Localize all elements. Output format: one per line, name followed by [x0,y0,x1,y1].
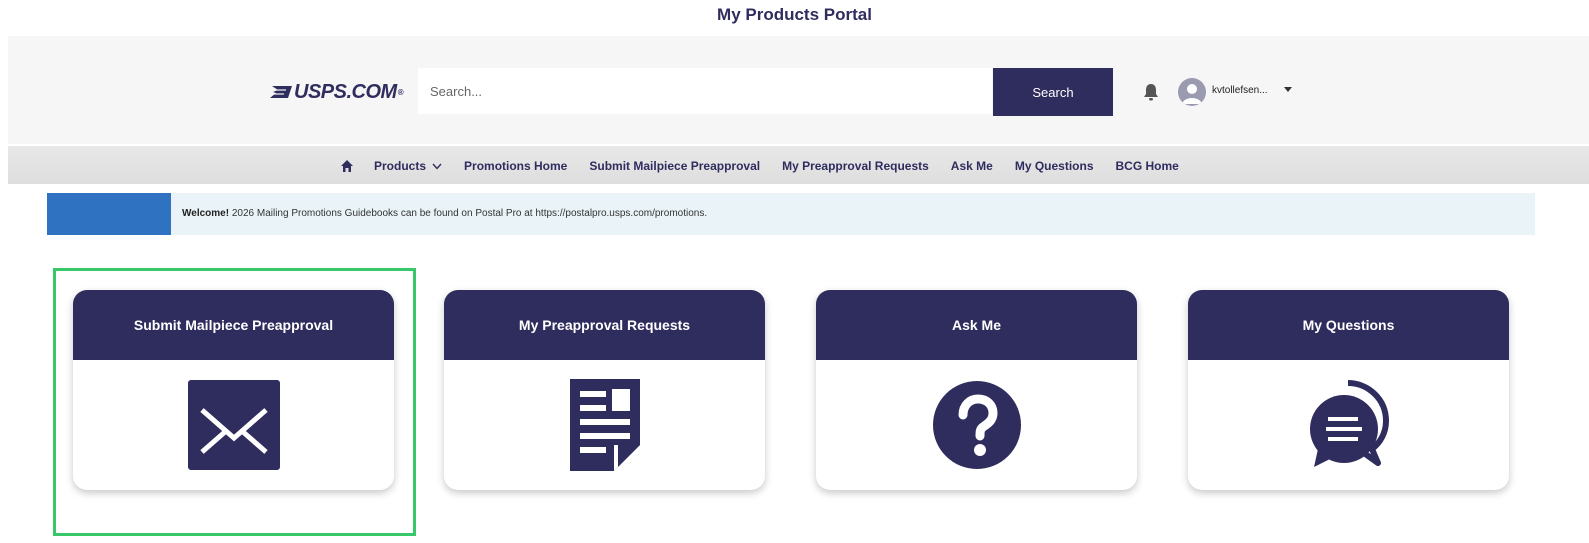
card-title: Submit Mailpiece Preapproval [73,290,394,360]
nav-my-preapproval-requests[interactable]: My Preapproval Requests [782,159,929,173]
avatar[interactable] [1178,78,1206,106]
username[interactable]: kvtollefsen... [1212,85,1268,96]
card-submit-mailpiece-preapproval[interactable]: Submit Mailpiece Preapproval [73,290,394,490]
usps-logo[interactable]: USPS.COM ® [270,80,404,104]
nav-ask-me[interactable]: Ask Me [951,159,993,173]
welcome-notice-message: 2026 Mailing Promotions Guidebooks can b… [229,208,708,219]
search-button[interactable]: Search [993,68,1113,116]
main-nav: Products Promotions Home Submit Mailpiec… [340,156,1201,176]
welcome-notice-bold: Welcome! [182,208,230,219]
user-menu-caret-icon[interactable] [1284,87,1292,92]
question-icon [932,381,1021,469]
home-icon[interactable] [340,159,354,173]
notification-bell-icon[interactable] [1142,82,1160,102]
eagle-logo-icon [270,86,292,98]
card-my-preapproval-requests[interactable]: My Preapproval Requests [444,290,765,490]
card-title: My Preapproval Requests [444,290,765,360]
nav-submit-mailpiece-preapproval[interactable]: Submit Mailpiece Preapproval [589,159,760,173]
card-title: My Questions [1188,290,1509,360]
card-my-questions[interactable]: My Questions [1188,290,1509,490]
user-icon [1182,84,1202,104]
notice-accent [47,193,171,235]
document-icon [569,379,640,471]
chat-bubbles-icon [1309,380,1389,467]
nav-promotions-home[interactable]: Promotions Home [464,159,567,173]
chevron-down-icon [432,163,442,170]
card-ask-me[interactable]: Ask Me [816,290,1137,490]
nav-products[interactable]: Products [374,159,442,173]
nav-products-label: Products [374,159,427,173]
logo-text: USPS.COM [294,80,397,103]
nav-bcg-home[interactable]: BCG Home [1116,159,1179,173]
welcome-notice-text: Welcome! 2026 Mailing Promotions Guidebo… [182,208,707,219]
page-title: My Products Portal [717,5,872,24]
search-input[interactable] [418,68,992,114]
envelope-icon [187,380,280,470]
card-title: Ask Me [816,290,1137,360]
nav-my-questions[interactable]: My Questions [1015,159,1094,173]
